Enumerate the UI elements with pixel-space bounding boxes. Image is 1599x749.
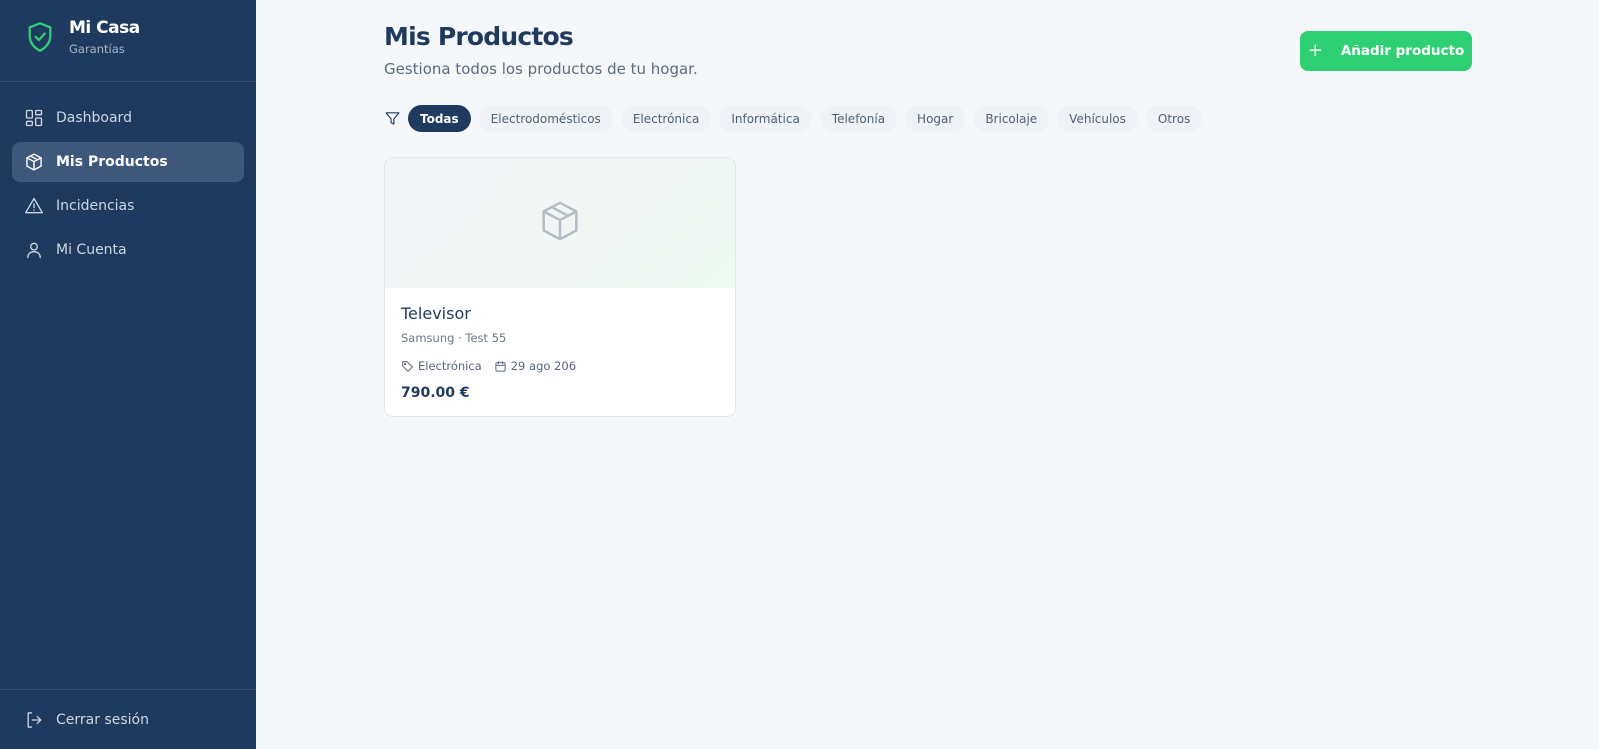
filter-icon [385,112,400,125]
product-image-placeholder [385,158,735,288]
product-brand-model: Samsung · Test 55 [401,331,507,345]
add-product-label: Añadir producto [1340,43,1465,59]
tag-icon [402,360,413,372]
product-category: Electrónica [401,359,482,373]
product-meta: Electrónica 29 ago 206 [401,359,719,373]
page-subtitle: Gestiona todos los productos de tu hogar… [384,60,698,78]
sidebar-item-mi-cuenta[interactable]: Mi Cuenta [12,230,244,270]
sidebar-item-dashboard[interactable]: Dashboard [12,98,244,138]
filter-chip-todas[interactable]: Todas [408,105,471,132]
sidebar-item-incidencias[interactable]: Incidencias [12,186,244,226]
sidebar-item-label: Incidencias [56,198,135,214]
filter-chip-hogar[interactable]: Hogar [905,105,966,132]
product-name: Televisor [401,304,471,323]
sidebar-item-label: Dashboard [56,110,132,126]
product-card-body: Televisor Samsung · Test 55 Electrónica [385,288,735,415]
calendar-icon [495,360,506,372]
plus-icon: + [1307,39,1323,61]
brand-title: Mi Casa [69,17,140,38]
product-price: 790.00 € [401,385,470,401]
brand-subtitle: Garantías [69,41,125,56]
product-date: 29 ago 206 [494,359,576,373]
filter-chip-electrodomesticos[interactable]: Electrodomésticos [478,105,613,132]
filter-chip-informatica[interactable]: Informática [719,105,812,132]
sidebar-item-mis-productos[interactable]: Mis Productos [12,142,244,182]
brand-text: Mi Casa Garantías [69,18,140,56]
logout-icon [27,711,42,728]
sidebar: Mi Casa Garantías Dashboard Mis Producto… [0,0,256,749]
package-icon [26,153,42,171]
product-category-label: Electrónica [418,359,482,373]
package-icon [542,201,578,241]
filter-chip-otros[interactable]: Otros [1145,105,1203,132]
user-icon [27,242,41,259]
main-content: Mis Productos Gestiona todos los product… [256,0,1599,749]
product-date-label: 29 ago 206 [510,359,577,373]
add-product-button[interactable]: + Añadir producto [1300,31,1472,71]
filter-chip-telefonia[interactable]: Telefonía [819,105,898,132]
logout-button[interactable]: Cerrar sesión [0,689,256,749]
filter-chip-electronica[interactable]: Electrónica [620,105,712,132]
warning-triangle-icon [25,197,43,214]
brand[interactable]: Mi Casa Garantías [0,0,256,82]
page-title: Mis Productos [384,22,574,51]
product-card[interactable]: Televisor Samsung · Test 55 Electrónica [384,157,736,417]
category-filters: Todas Electrodomésticos Electrónica Info… [384,105,1210,132]
sidebar-nav: Dashboard Mis Productos Incidencias Mi C… [0,82,256,270]
filter-chip-vehiculos[interactable]: Vehículos [1057,105,1138,132]
dashboard-grid-icon [25,109,43,127]
sidebar-item-label: Mis Productos [56,154,168,170]
sidebar-item-label: Mi Cuenta [56,242,127,258]
filter-chip-bricolaje[interactable]: Bricolaje [973,105,1050,132]
logout-label: Cerrar sesión [56,711,149,728]
shield-check-icon [28,21,52,52]
